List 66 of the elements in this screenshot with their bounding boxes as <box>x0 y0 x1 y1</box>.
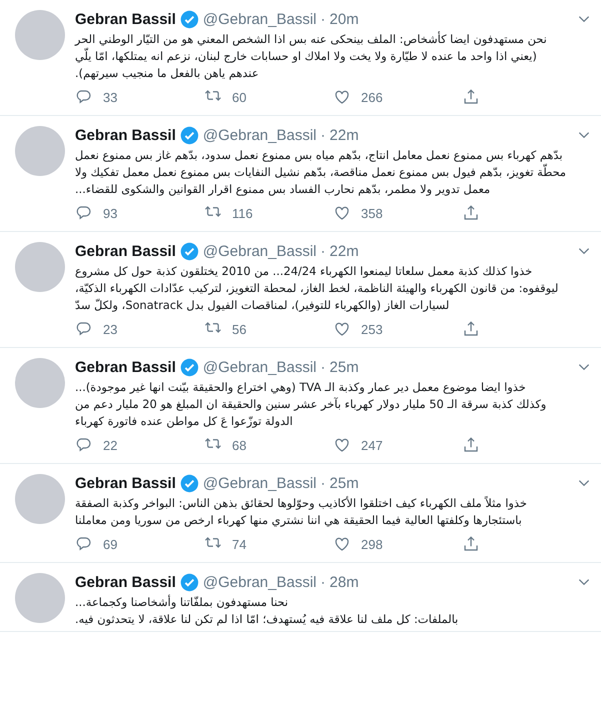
retweet-button[interactable]: 68 <box>204 436 333 454</box>
tweet-time[interactable]: 22m <box>330 126 359 144</box>
tweet-text: بدّهم كهرباء بس ممنوع نعمل معامل انتاج، بدّهم مياه بس ممنوع نعمل سدود، بدّهم غاز بس ممنوع نعمل محطّة تغويز، بدّهم فيول بس ممنوع نعمل مناقصة، بدّهم نشيل النفايات بس ممنوع نعمل معمل تفكيك ولا معمل تدوير ولا مطمر، بدّهم نحارب الفساد بس ممنوع اقرار القوانين والشكوى للقضاء... <box>75 147 568 198</box>
author-handle[interactable]: @Gebran_Bassil <box>202 358 317 376</box>
reply-icon[interactable] <box>75 320 93 338</box>
separator-dot: · <box>320 242 326 260</box>
retweet-button[interactable]: 74 <box>204 535 333 553</box>
separator-dot: · <box>320 10 326 28</box>
heart-icon[interactable] <box>333 88 351 106</box>
retweet-button[interactable]: 60 <box>204 88 333 106</box>
like-button[interactable]: 358 <box>333 204 462 222</box>
reply-icon[interactable] <box>75 436 93 454</box>
author-handle[interactable]: @Gebran_Bassil <box>202 574 317 590</box>
tweet-text: خذوا مثلاً ملف الكهرباء كيف اختلقوا الأكاذيب وحوّلوها لحقائق بذهن الناس: البواخر وكذبة الصفقة باستئجارها وكلفتها العالية فيما الحقيقة هي اننا نشتري منها كهرباء ارخص من سوريا ومن معاملنا <box>75 495 528 529</box>
like-button[interactable]: 253 <box>333 320 462 338</box>
like-button[interactable]: 266 <box>333 88 462 106</box>
author-handle[interactable]: @Gebran_Bassil <box>202 10 317 28</box>
tweet-time[interactable]: 28m <box>330 574 359 590</box>
tweet-text: نحن مستهدفون ايضا كأشخاص: الملف بينحكى عنه بس اذا الشخص المعني هو من التيّار الوطني الحر (يعني اذا واحد ما عنده لا طيّارة ولا يخت ولا املاك او حسابات خارج لبنان، نزعم انه يمتلكها، امّا يلّي عندهم ياهن بالفعل ما منجيب سيرتهم). <box>75 31 548 82</box>
separator-dot: · <box>320 474 326 492</box>
share-icon[interactable] <box>462 320 480 338</box>
separator-dot: · <box>320 126 326 144</box>
author-handle[interactable]: @Gebran_Bassil <box>202 242 317 260</box>
verified-badge-icon <box>180 474 199 492</box>
verified-badge-icon <box>180 358 199 376</box>
like-button[interactable]: 298 <box>333 535 462 553</box>
reply-button[interactable]: 33 <box>75 88 204 106</box>
author-name[interactable]: Gebran Bassil <box>75 474 176 492</box>
tweet-text: نحنا مستهدفون بملفّاتنا وأشخاصنا وكجماعة... بالملفات: كل ملف لنا علاقة فيه يُستهدف؛ امّا اذا لم تكن لنا علاقة، لا يتحدثون فيه. <box>75 594 460 628</box>
author-handle[interactable]: @Gebran_Bassil <box>202 474 317 492</box>
separator-dot: · <box>320 574 326 590</box>
reply-button[interactable]: 22 <box>75 436 204 454</box>
heart-icon[interactable] <box>333 535 351 553</box>
reply-button[interactable]: 93 <box>75 204 204 222</box>
share-icon[interactable] <box>462 535 480 553</box>
author-name[interactable]: Gebran Bassil <box>75 242 176 260</box>
tweet-time[interactable]: 22m <box>330 242 359 260</box>
tweet-text: خذوا ايضا موضوع معمل دير عمار وكذبة الـ TVA (وهي اختراع والحقيقة بيّنت انها غير موجودة)... وكذلك كذبة سرقة الـ 50 مليار دولار كهرباء بآخر عشر سنين والحقيقة ان المبلغ هو 20 مليار دعم من الدولة توزّعوا عَ كل مواطن عنده فاتورة كهرباء <box>75 379 548 430</box>
retweet-button[interactable]: 56 <box>204 320 333 338</box>
author-name[interactable]: Gebran Bassil <box>75 358 176 376</box>
reply-button[interactable]: 23 <box>75 320 204 338</box>
author-name[interactable]: Gebran Bassil <box>75 574 176 590</box>
verified-badge-icon <box>180 126 199 144</box>
share-icon[interactable] <box>462 204 480 222</box>
author-handle[interactable]: @Gebran_Bassil <box>202 126 317 144</box>
reply-icon[interactable] <box>75 88 93 106</box>
author-name[interactable]: Gebran Bassil <box>75 10 176 28</box>
heart-icon[interactable] <box>333 436 351 454</box>
tweet-text: خذوا كذلك كذبة معمل سلعاتا ليمنعوا الكهرباء 24/24... من 2010 يختلقون كذبة حول كل مشروع ليوقفوه: من قانون الكهرباء والهيئة الناظمة، لخط الغاز، لمحطة التغويز، لتركيب عدّادات الكهرباء الذكيّة، لسيارات الغاز (والكهرباء للتوفير)، لمناقصات الفيول بدل Sonatrack، ولكلّ سدّ <box>75 263 560 314</box>
tweet-time[interactable]: 20m <box>330 10 359 28</box>
verified-badge-icon <box>180 10 199 28</box>
share-icon[interactable] <box>462 88 480 106</box>
verified-badge-icon <box>180 572 199 592</box>
tweet-time[interactable]: 25m <box>330 474 359 492</box>
share-icon[interactable] <box>462 436 480 454</box>
reply-icon[interactable] <box>75 204 93 222</box>
reply-icon[interactable] <box>75 535 93 553</box>
tweet-time[interactable]: 25m <box>330 358 359 376</box>
retweet-button[interactable]: 116 <box>204 204 333 222</box>
author-name[interactable]: Gebran Bassil <box>75 126 176 144</box>
verified-badge-icon <box>180 242 199 260</box>
heart-icon[interactable] <box>333 320 351 338</box>
like-button[interactable]: 247 <box>333 436 462 454</box>
separator-dot: · <box>320 358 326 376</box>
heart-icon[interactable] <box>333 204 351 222</box>
reply-button[interactable]: 69 <box>75 535 204 553</box>
